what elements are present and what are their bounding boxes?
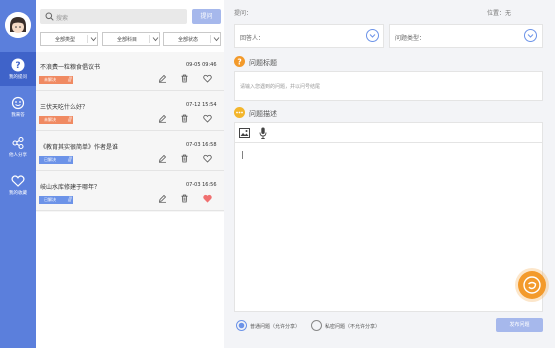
text-cursor: | [241, 150, 244, 159]
filter-label: 全部类型 [54, 37, 75, 43]
nav-label: 他人分享 [9, 153, 27, 158]
answer-icon [11, 96, 25, 110]
question-list-panel: 搜索 提问 全部类型 全部科目 全部状态 不浪费一粒粮食倡议书 09-05 09… [36, 0, 224, 348]
question-date: 09-05 09:46 [186, 62, 217, 68]
answerer-label: 回答人： [240, 35, 265, 42]
delete-icon[interactable] [180, 154, 189, 163]
description-section-label: 问题描述 [249, 110, 277, 118]
avatar[interactable] [5, 12, 31, 38]
left-nav: ? 我的提问 我来答 他人分享 我的收藏 [0, 0, 36, 348]
nav-item-i-answer[interactable]: 我来答 [0, 90, 36, 124]
delete-icon[interactable] [180, 74, 189, 83]
question-mark-icon: ? [234, 56, 245, 67]
nav-label: 我来答 [11, 113, 25, 118]
question-row[interactable]: 不浪费一粒粮食倡议书 09-05 09:46 未解决/// [36, 52, 224, 91]
question-title: 岐山水库修建于哪年？ [40, 184, 101, 191]
edit-icon[interactable] [158, 74, 167, 83]
answerer-select[interactable]: 回答人： [234, 24, 384, 48]
title-input[interactable]: 请输入您遇到的问题，并以问号结尾 [234, 71, 543, 101]
question-form: 提问： 位置：无 回答人： 问题类型： ? 问题标题 请输入您遇到的问题，并以问… [230, 0, 555, 348]
filter-label: 全部科目 [116, 37, 137, 43]
favorite-icon-filled[interactable] [203, 194, 212, 203]
title-section-label: 问题标题 [249, 59, 277, 67]
chevron-down-icon [152, 37, 159, 42]
nav-item-my-questions[interactable]: ? 我的提问 [0, 52, 36, 86]
chevron-down-icon [213, 37, 220, 42]
favorite-icon[interactable] [203, 154, 212, 163]
edit-icon[interactable] [158, 114, 167, 123]
ask-button[interactable]: 提问 [192, 9, 221, 24]
question-row[interactable]: 《教育其实很简单》作者是谁 07-03 16:58 已解决/// [36, 132, 224, 171]
question-list: 不浪费一粒粮食倡议书 09-05 09:46 未解决/// 三伏天吃什么好？ 0… [36, 52, 224, 212]
delete-icon[interactable] [180, 114, 189, 123]
status-badge: 已解决/// [39, 156, 73, 164]
svg-text:?: ? [15, 61, 20, 71]
filter-status[interactable]: 全部状态 [163, 32, 221, 46]
search-icon [45, 12, 54, 21]
chevron-down-icon [524, 29, 537, 42]
question-label: 提问： [234, 10, 253, 17]
nav-item-favorites[interactable]: 我的收藏 [0, 168, 36, 202]
question-date: 07-12 15:54 [186, 102, 217, 108]
publish-button[interactable]: 发布问题 [496, 318, 543, 332]
favorite-icon[interactable] [203, 74, 212, 83]
editor-toolbar [235, 123, 542, 143]
chat-bubble-icon [523, 276, 541, 294]
question-type-label: 问题类型： [395, 35, 426, 42]
filter-label: 全部状态 [177, 37, 198, 43]
question-date: 07-03 16:58 [186, 142, 217, 148]
search-placeholder: 搜索 [56, 15, 69, 22]
share-icon [12, 136, 24, 150]
assistant-float-button[interactable] [518, 271, 546, 299]
radio-private-label: 私密问题（不允许分享） [325, 324, 381, 330]
edit-icon[interactable] [158, 154, 167, 163]
status-badge: 已解决/// [39, 196, 73, 204]
image-icon[interactable] [239, 128, 250, 138]
question-type-select[interactable]: 问题类型： [389, 24, 543, 48]
question-row[interactable]: 岐山水库修建于哪年？ 07-03 16:56 已解决/// [36, 172, 224, 211]
microphone-icon[interactable] [259, 127, 267, 139]
favorite-icon[interactable] [203, 114, 212, 123]
status-badge: 未解决/// [39, 76, 73, 84]
radio-normal-label: 普通问题（允许分享） [250, 324, 301, 330]
question-title: 《教育其实很简单》作者是谁 [40, 144, 119, 151]
question-title: 三伏天吃什么好？ [40, 104, 89, 111]
nav-label: 我的收藏 [9, 191, 27, 196]
question-row[interactable]: 三伏天吃什么好？ 07-12 15:54 未解决/// [36, 92, 224, 131]
question-icon: ? [11, 58, 25, 72]
nav-label: 我的提问 [9, 75, 27, 80]
heart-icon [11, 175, 25, 187]
description-editor[interactable]: | [234, 122, 543, 312]
question-date: 07-03 16:56 [186, 182, 217, 188]
ellipsis-icon [234, 107, 245, 118]
radio-private[interactable] [311, 320, 322, 331]
edit-icon[interactable] [158, 194, 167, 203]
nav-item-shared[interactable]: 他人分享 [0, 130, 36, 164]
question-title: 不浪费一粒粮食倡议书 [40, 64, 101, 71]
svg-text:?: ? [237, 57, 241, 66]
search-input[interactable]: 搜索 [40, 9, 187, 24]
chevron-down-icon [366, 29, 379, 42]
filter-subject[interactable]: 全部科目 [102, 32, 160, 46]
chevron-down-icon [90, 37, 97, 42]
position-label: 位置：无 [487, 10, 512, 17]
delete-icon[interactable] [180, 194, 189, 203]
radio-normal[interactable] [236, 320, 247, 331]
title-placeholder: 请输入您遇到的问题，并以问号结尾 [240, 84, 321, 90]
status-badge: 未解决/// [39, 116, 73, 124]
filter-type[interactable]: 全部类型 [40, 32, 98, 46]
